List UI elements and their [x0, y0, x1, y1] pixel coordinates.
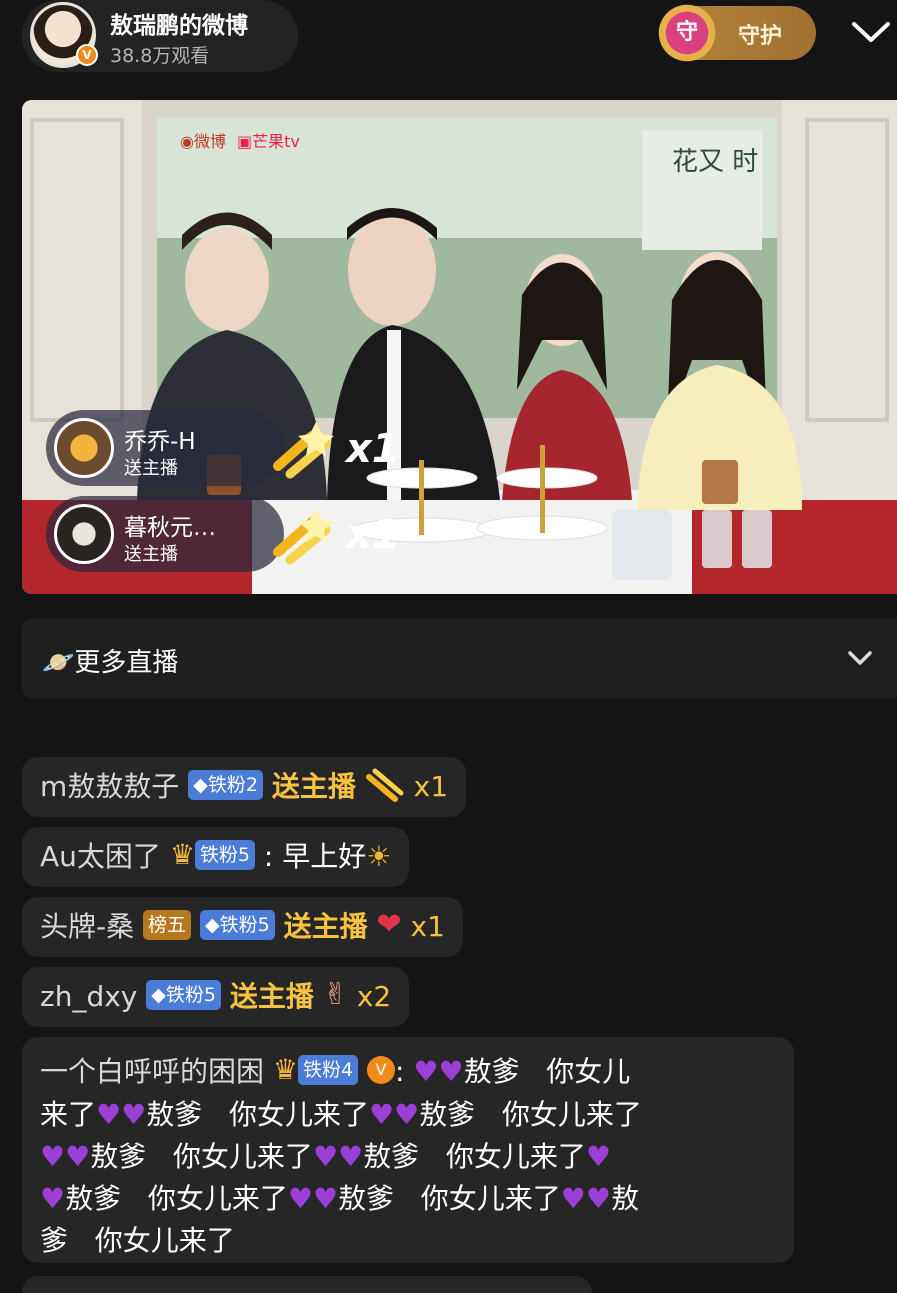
verified-icon: V — [367, 1056, 396, 1084]
streamer-title[interactable]: 敖瑞鹏的微博 — [110, 6, 248, 40]
mango-logo: ▣芒果tv — [237, 132, 300, 151]
fan-badge: ◆铁粉5 — [146, 980, 221, 1010]
gift-count: x2 — [356, 980, 392, 1013]
gift-action: 送主播 — [124, 544, 178, 565]
gift-action: 送主播 — [271, 770, 356, 803]
comment-user[interactable]: 头牌-桑 — [40, 910, 134, 943]
comment-row[interactable]: 一个白呼呼的困困 ♛ 铁粉4 V: ♥♥敖爹 你女儿 来了♥♥敖爹 你女儿来了♥♥敖… — [22, 1037, 794, 1263]
comment-text: 早上好 — [282, 840, 367, 873]
planet-icon: 🪐 — [42, 648, 75, 678]
sun-icon: ☀ — [366, 840, 392, 873]
gift-action: 送主播 — [283, 910, 368, 943]
crown-icon: ♛ — [272, 1053, 299, 1086]
gift-notification: 乔乔-H 送主播 x1 — [46, 410, 400, 486]
comment-user[interactable]: m敖敖敖子 — [40, 770, 179, 803]
viewer-count: 38.8万观看 — [110, 45, 210, 67]
gift-action: 送主播 — [229, 980, 314, 1013]
heart-hands-icon: ❤ — [376, 907, 402, 942]
verified-icon: V — [76, 44, 98, 66]
gifter-name: 乔乔-H — [124, 429, 196, 455]
comment-user[interactable]: 一个白呼呼的困困 — [40, 1055, 264, 1088]
gift-count: x1 — [346, 426, 400, 472]
shield-icon: 守 — [654, 0, 720, 66]
guard-button[interactable]: 守 守护 — [654, 0, 816, 66]
poster-title: 花又 时 — [672, 147, 758, 177]
comment-user[interactable]: zh_dxy — [40, 980, 137, 1013]
gifter-avatar[interactable] — [54, 504, 114, 564]
fan-badge: 铁粉5 — [194, 840, 256, 870]
more-live-label: 更多直播 — [74, 648, 179, 678]
finger-heart-icon: ✌ — [322, 977, 348, 1012]
comment-row[interactable]: 头牌-桑 榜五 ◆铁粉5 送主播 ❤ x1 — [22, 897, 463, 957]
guard-label: 守护 — [738, 24, 783, 49]
rank-badge: 榜五 — [143, 910, 192, 940]
crown-icon: ♛ — [169, 838, 195, 871]
gift-count: x1 — [413, 770, 449, 803]
fan-badge: ◆铁粉5 — [199, 910, 275, 940]
firework-icon — [365, 768, 404, 802]
comment-user[interactable]: Au太困了 — [40, 840, 161, 873]
weibo-logo: ◉微博 — [180, 132, 226, 151]
comment-row[interactable] — [22, 1276, 592, 1293]
gifter-name: 暮秋元… — [124, 515, 216, 541]
gift-notification: 暮秋元… 送主播 x1 — [46, 496, 400, 572]
comment-row[interactable]: Au太困了 ♛ 铁粉5 : 早上好☀ — [22, 827, 410, 887]
fan-badge: ◆铁粉2 — [188, 770, 263, 800]
comment-row[interactable]: m敖敖敖子 ◆铁粉2 送主播 x1 — [22, 757, 467, 817]
comment-row[interactable]: zh_dxy ◆铁粉5 送主播 ✌ x2 — [22, 967, 410, 1027]
firework-icon — [273, 422, 334, 479]
live-video[interactable]: ◉微博 ▣芒果tv 花又 时 乔乔-H 送主播 x1 暮秋元… 送主播 x1 — [22, 100, 897, 594]
more-live-bar[interactable]: 🪐更多直播 — [22, 618, 897, 698]
chevron-down-icon[interactable] — [844, 644, 876, 672]
gift-action: 送主播 — [124, 458, 178, 479]
gift-count: x1 — [346, 512, 400, 558]
gifter-avatar[interactable] — [54, 418, 114, 478]
fan-badge: 铁粉4 — [298, 1055, 359, 1085]
gift-count: x1 — [410, 910, 445, 943]
header: V 敖瑞鹏的微博 38.8万观看 守 守护 — [0, 0, 897, 95]
firework-icon — [273, 508, 334, 565]
chevron-down-icon[interactable] — [848, 12, 894, 52]
